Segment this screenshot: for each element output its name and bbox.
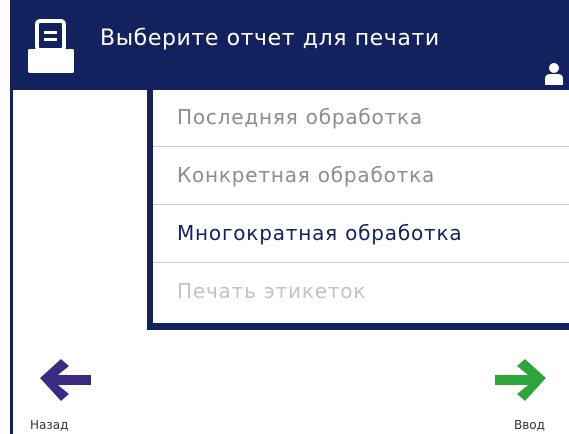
list-item-label: Конкретная обработка	[177, 163, 436, 187]
back-button[interactable]	[36, 352, 96, 412]
list-item-label: Печать этикеток	[177, 279, 367, 303]
page-title: Выберите отчет для печати	[100, 26, 440, 51]
report-list: Последняя обработка Конкретная обработка…	[153, 90, 569, 323]
enter-label: Ввод	[514, 418, 545, 432]
enter-button[interactable]	[490, 352, 550, 412]
list-item-label: Многократная обработка	[177, 221, 463, 245]
report-list-panel: Последняя обработка Конкретная обработка…	[147, 90, 569, 330]
arrow-right-icon	[495, 359, 546, 401]
back-label: Назад	[30, 418, 69, 432]
list-item-print-labels: Печать этикеток	[153, 264, 569, 321]
list-item-specific-run[interactable]: Конкретная обработка	[153, 148, 569, 205]
header-bar: Выберите отчет для печати	[13, 0, 569, 90]
user-icon[interactable]	[541, 60, 567, 86]
arrow-left-icon	[40, 359, 91, 401]
app-screen: Выберите отчет для печати Последняя обра…	[0, 0, 569, 434]
list-item-label: Последняя обработка	[177, 105, 423, 129]
list-item-last-run[interactable]: Последняя обработка	[153, 90, 569, 147]
printer-icon	[27, 18, 83, 74]
list-item-multiple-runs[interactable]: Многократная обработка	[153, 206, 569, 263]
